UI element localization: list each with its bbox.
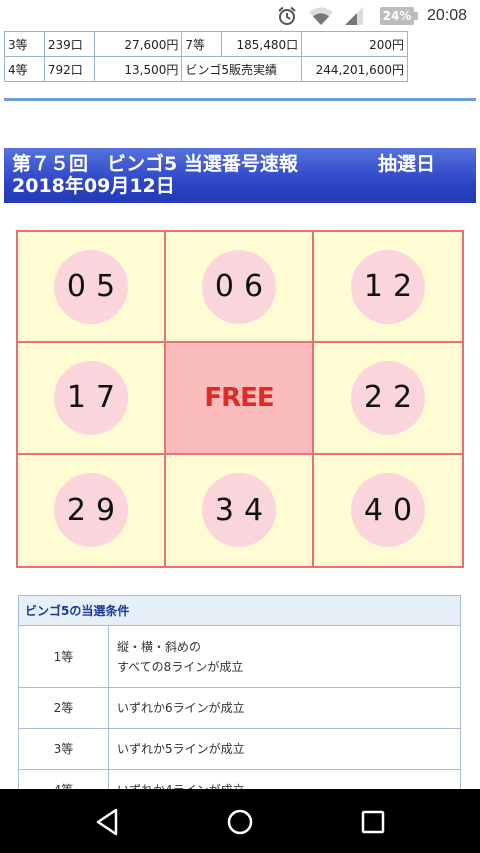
bingo-cell: 34 xyxy=(166,454,314,566)
draw-date-label: 抽選日 xyxy=(378,153,436,175)
condition-text: すべての8ラインが成立 xyxy=(117,659,244,674)
rank-cell: 2等 xyxy=(18,687,109,729)
table-cell: 239口 xyxy=(43,31,95,57)
table-cell: ビンゴ5販売実績 xyxy=(181,56,303,82)
table-row: 3等 いずれか5ラインが成立 xyxy=(18,728,461,770)
condition-cell: いずれか6ラインが成立 xyxy=(108,687,461,729)
result-heading: 第７５回 ビンゴ5 当選番号速報 抽選日 2018年09月12日 xyxy=(4,148,476,203)
table-row: 2等 いずれか6ラインが成立 xyxy=(18,687,461,729)
conditions-table: ビンゴ5の当選条件 1等 縦・横・斜めの すべての8ラインが成立 2等 いずれか… xyxy=(18,595,461,795)
bingo-cell: 22 xyxy=(314,343,462,455)
table-cell: 27,600円 xyxy=(93,31,183,57)
section-divider xyxy=(4,98,476,101)
rank-cell: 1等 xyxy=(18,625,109,688)
table-cell: 244,201,600円 xyxy=(301,56,408,82)
condition-text: 縦・横・斜めの xyxy=(117,639,202,654)
recent-apps-icon[interactable] xyxy=(358,807,388,837)
heading-title: 第７５回 ビンゴ5 当選番号速報 xyxy=(12,153,298,175)
prize-table: 3等 239口 27,600円 7等 185,480口 200円 4等 792口… xyxy=(4,31,408,82)
condition-cell: いずれか5ラインが成立 xyxy=(108,728,461,770)
table-cell: 792口 xyxy=(43,56,95,82)
table-cell: 3等 xyxy=(4,31,45,57)
bingo-cell: 12 xyxy=(314,232,462,344)
bingo-cell: 29 xyxy=(18,454,166,566)
table-cell: 185,480口 xyxy=(221,31,303,57)
conditions-section: ビンゴ5の当選条件 1等 縦・横・斜めの すべての8ラインが成立 2等 いずれか… xyxy=(18,595,461,795)
battery-level: 24% xyxy=(382,9,412,23)
clock: 20:08 xyxy=(427,7,468,24)
number-ball: 12 xyxy=(351,249,425,324)
bingo-card: 05 06 12 17 FREE 22 29 34 40 xyxy=(16,230,464,568)
table-row: 4等 792口 13,500円 ビンゴ5販売実績 244,201,600円 xyxy=(4,56,408,82)
conditions-title: ビンゴ5の当選条件 xyxy=(18,595,461,626)
status-bar: 24% 20:08 xyxy=(0,0,480,32)
table-cell: 4等 xyxy=(4,56,45,82)
number-ball: 22 xyxy=(351,360,425,435)
table-cell: 13,500円 xyxy=(93,56,183,82)
table-cell: 200円 xyxy=(301,31,408,57)
table-row: 1等 縦・横・斜めの すべての8ラインが成立 xyxy=(18,625,461,688)
number-ball: 34 xyxy=(202,473,276,548)
bingo-cell: 17 xyxy=(18,343,166,455)
home-icon[interactable] xyxy=(225,807,255,837)
rank-cell: 3等 xyxy=(18,728,109,770)
number-ball: 05 xyxy=(54,249,128,324)
bingo-cell: 05 xyxy=(18,232,166,344)
back-icon[interactable] xyxy=(92,807,122,837)
number-ball: 29 xyxy=(54,473,128,548)
number-ball: 17 xyxy=(54,360,128,435)
condition-cell: 縦・横・斜めの すべての8ラインが成立 xyxy=(108,625,461,688)
signal-icon xyxy=(345,7,363,25)
free-label: FREE xyxy=(204,382,274,413)
number-ball: 40 xyxy=(351,473,425,548)
draw-date: 2018年09月12日 xyxy=(12,175,175,197)
bingo-cell: 06 xyxy=(166,232,314,344)
table-cell: 7等 xyxy=(181,31,223,57)
free-cell: FREE xyxy=(166,343,314,455)
alarm-icon xyxy=(278,6,296,25)
wifi-icon xyxy=(309,7,333,25)
table-row: 3等 239口 27,600円 7等 185,480口 200円 xyxy=(4,31,408,57)
battery-icon: 24% xyxy=(380,7,418,25)
navigation-bar xyxy=(0,789,480,853)
bingo-cell: 40 xyxy=(314,454,462,566)
number-ball: 06 xyxy=(202,249,276,324)
table-header-row: ビンゴ5の当選条件 xyxy=(18,595,461,626)
